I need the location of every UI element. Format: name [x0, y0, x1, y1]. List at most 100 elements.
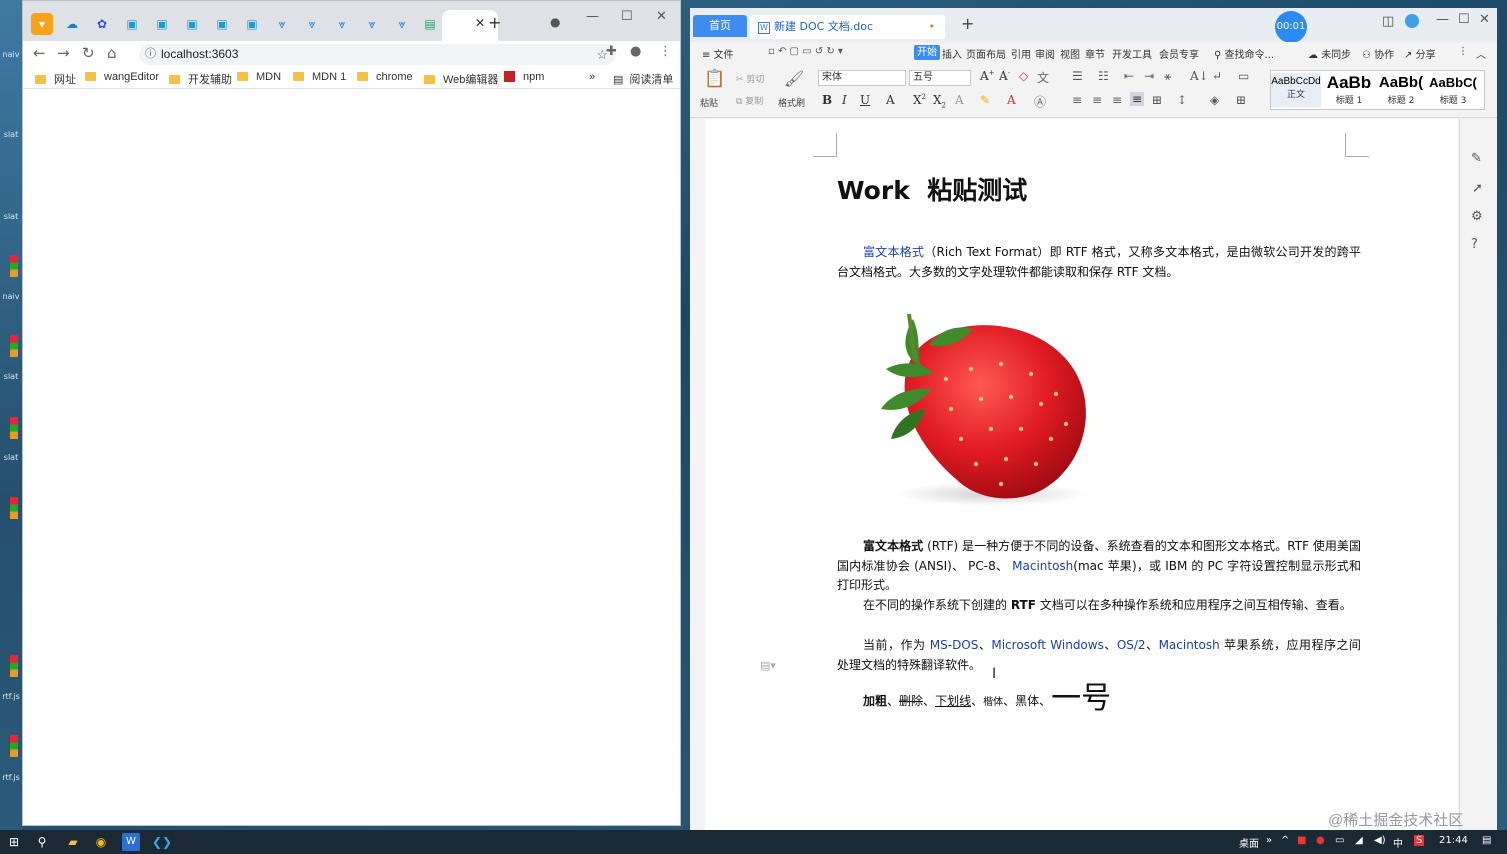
extensions-icon[interactable]: ✚: [606, 44, 617, 59]
tab-favicon[interactable]: ⩔: [271, 13, 293, 35]
maximize-icon[interactable]: ☐: [1458, 12, 1470, 27]
shading-icon[interactable]: ◈: [1210, 93, 1219, 107]
info-icon[interactable]: ⓘ: [145, 44, 156, 65]
more-icon[interactable]: ⋮: [1458, 46, 1468, 57]
style-heading-3[interactable]: AaBbC( 标题 3: [1427, 73, 1479, 106]
highlight-icon[interactable]: ✎: [980, 93, 990, 107]
decrease-indent-icon[interactable]: ⇤: [1124, 69, 1134, 83]
help-icon[interactable]: ?: [1471, 237, 1478, 252]
bookmark-item[interactable]: 开发辅助: [169, 71, 232, 87]
desktop-icon-label[interactable]: rtf.js: [0, 692, 22, 701]
tab-favicon[interactable]: ⩔: [361, 13, 383, 35]
desktop-icon-label[interactable]: slat: [0, 372, 22, 381]
paste-options-icon[interactable]: ▤▾: [760, 659, 776, 672]
chevron-icon[interactable]: »: [1266, 835, 1272, 846]
format-painter-label[interactable]: 格式刷: [778, 96, 805, 109]
style-heading-2[interactable]: AaBb( 标题 2: [1375, 73, 1427, 106]
bold-icon[interactable]: B: [822, 93, 832, 107]
underline-icon[interactable]: U: [860, 93, 870, 107]
font-family-select[interactable]: 宋体: [818, 70, 906, 86]
app-icon[interactable]: [10, 417, 18, 439]
chinese-layout-icon[interactable]: ⚹: [1164, 69, 1171, 84]
menu-file[interactable]: ≡ 文件: [702, 46, 734, 61]
menu-start[interactable]: 开始: [914, 45, 940, 60]
tab-favicon[interactable]: ⩔: [331, 13, 353, 35]
search-icon[interactable]: ⚲: [34, 833, 50, 851]
italic-icon[interactable]: I: [842, 93, 847, 107]
tray-app-icon[interactable]: ■: [1297, 835, 1306, 846]
profile-icon[interactable]: ●: [630, 44, 641, 59]
align-center-icon[interactable]: ≡: [1092, 93, 1102, 107]
tab-favicon[interactable]: ✿: [91, 13, 113, 35]
link-macintosh[interactable]: Macintosh: [1012, 559, 1073, 573]
show-hidden-icon[interactable]: ^: [1281, 835, 1289, 846]
ime-label[interactable]: 中: [1393, 835, 1403, 850]
forward-icon[interactable]: →: [57, 44, 70, 62]
line-break-icon[interactable]: ↵: [1212, 69, 1222, 83]
shrink-font-icon[interactable]: A-: [999, 69, 1010, 83]
subscript-icon[interactable]: X2: [933, 93, 946, 109]
paste-label[interactable]: 粘贴: [700, 96, 718, 109]
tab-favicon[interactable]: ☁: [61, 13, 83, 35]
copy-button[interactable]: ⧉ 复制: [736, 94, 763, 107]
collapse-ribbon-icon[interactable]: ︿: [1476, 46, 1486, 61]
desktop-icon-label[interactable]: naiv: [0, 292, 22, 301]
menu-review[interactable]: 审阅: [1035, 46, 1055, 61]
settings-icon[interactable]: ⚙: [1471, 209, 1483, 224]
edit-icon[interactable]: ✎: [1471, 151, 1482, 166]
close-window-icon[interactable]: ✕: [1479, 12, 1490, 27]
tab-favicon[interactable]: ▣: [151, 13, 173, 35]
style-normal[interactable]: AaBbCcDd 正文: [1271, 73, 1321, 107]
chrome-icon[interactable]: ◉: [92, 833, 110, 851]
bookmark-item[interactable]: chrome: [357, 71, 413, 83]
superscript-icon[interactable]: X2: [913, 93, 926, 107]
notification-icon[interactable]: ▤: [1482, 835, 1491, 846]
new-tab-icon[interactable]: +: [961, 14, 974, 33]
avatar[interactable]: [1405, 14, 1419, 28]
sync-status[interactable]: ☁ 未同步: [1308, 46, 1351, 61]
new-tab-icon[interactable]: +: [488, 13, 501, 32]
tab-search-icon[interactable]: ●: [550, 15, 560, 29]
bookmark-item[interactable]: Web编辑器: [424, 71, 498, 87]
desktop-icon-label[interactable]: naiv: [0, 50, 22, 59]
tab-favicon[interactable]: ▤: [419, 13, 441, 35]
bookmarks-more[interactable]: »: [589, 71, 595, 83]
distribute-icon[interactable]: ⊞: [1152, 93, 1162, 107]
minimize-icon[interactable]: —: [586, 9, 599, 24]
quick-access-icons[interactable]: ▫ ↶ ▢ ▭ ↺ ↻ ▾: [768, 46, 843, 57]
desktop-icon-label[interactable]: slat: [0, 212, 22, 221]
format-painter-icon[interactable]: 🖌: [784, 69, 804, 88]
ime-app-icon[interactable]: S: [1414, 835, 1425, 846]
vscode-icon[interactable]: ❮❯: [152, 833, 172, 851]
numbering-icon[interactable]: ☷: [1098, 69, 1109, 83]
align-left-icon[interactable]: ≡: [1072, 93, 1082, 107]
tab-favicon[interactable]: ⩔: [301, 13, 323, 35]
tab-home[interactable]: 首页: [693, 15, 747, 37]
menu-icon[interactable]: ⋮: [659, 44, 672, 59]
sort-icon[interactable]: A↓: [1190, 69, 1209, 83]
grow-font-icon[interactable]: A+: [980, 69, 995, 83]
app-icon[interactable]: [10, 335, 18, 357]
select-icon[interactable]: ➚: [1472, 181, 1483, 196]
link-windows[interactable]: Microsoft Windows: [991, 638, 1103, 652]
app-icon[interactable]: [10, 735, 18, 757]
link-macintosh-2[interactable]: Macintosh: [1159, 638, 1220, 652]
home-icon[interactable]: ⌂: [107, 44, 117, 62]
tab-favicon[interactable]: ▣: [241, 13, 263, 35]
link-os2[interactable]: OS/2: [1117, 638, 1146, 652]
menu-layout[interactable]: 页面布局: [966, 46, 1006, 61]
link-msdos[interactable]: MS-DOS: [930, 638, 979, 652]
reading-list[interactable]: ▤ 阅读清单: [613, 71, 673, 87]
minimize-icon[interactable]: —: [1436, 12, 1449, 27]
address-bar[interactable]: ⓘ localhost:3603 ☆: [139, 44, 616, 65]
paste-icon[interactable]: 📋: [704, 69, 725, 89]
back-icon[interactable]: ←: [33, 44, 46, 62]
bookmark-item[interactable]: MDN: [237, 71, 281, 83]
maximize-icon[interactable]: ☐: [621, 9, 633, 24]
menu-insert[interactable]: 插入: [942, 46, 962, 61]
reload-icon[interactable]: ↻: [82, 44, 95, 62]
share-button[interactable]: ↗ 分享: [1404, 46, 1436, 61]
tab-favicon[interactable]: ⩔: [391, 13, 413, 35]
desktop-icon-label[interactable]: slat: [0, 130, 22, 139]
text-effect-icon[interactable]: A: [955, 93, 964, 107]
